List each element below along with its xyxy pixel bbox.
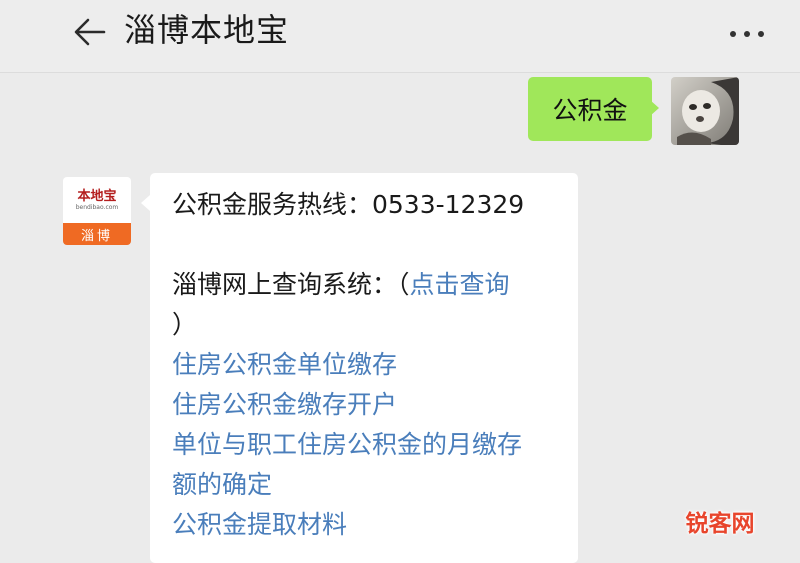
incoming-bubble-tail: [141, 195, 150, 211]
user-avatar[interactable]: [671, 77, 739, 145]
chat-area: 公积金 本地宝 bendibao.com 淄博 公积金服务热线：0533-123…: [0, 73, 800, 563]
chat-header: 淄博本地宝: [0, 0, 800, 73]
chat-title: 淄博本地宝: [124, 11, 290, 49]
bendibao-logo: 本地宝 bendibao.com: [63, 177, 131, 223]
link-monthly-amount-cont[interactable]: 额的确定: [172, 465, 568, 505]
back-button[interactable]: [70, 12, 110, 52]
outgoing-bubble-tail: [650, 100, 659, 116]
query-link[interactable]: 点击查询: [410, 270, 510, 299]
query-prefix-text: 淄博网上查询系统：（: [172, 270, 410, 299]
hotline-text: 公积金服务热线：0533-12329: [172, 190, 525, 219]
query-system-line: 淄博网上查询系统：（点击查询: [172, 265, 568, 305]
more-button[interactable]: [722, 14, 772, 50]
official-account-avatar[interactable]: 本地宝 bendibao.com 淄博: [63, 177, 131, 245]
outgoing-message-bubble[interactable]: 公积金: [528, 77, 652, 141]
outgoing-message-text: 公积金: [552, 96, 628, 125]
link-unit-deposit[interactable]: 住房公积金单位缴存: [172, 345, 568, 385]
user-avatar-image: [671, 77, 739, 145]
arrow-left-icon: [74, 18, 106, 46]
link-withdrawal-materials[interactable]: 公积金提取材料: [172, 505, 568, 545]
more-dots-icon: [730, 31, 764, 37]
link-account-opening[interactable]: 住房公积金缴存开户: [172, 385, 568, 425]
watermark-text: 锐客网: [685, 511, 755, 537]
logo-city-label: 淄博: [63, 223, 131, 245]
logo-brand-text: 本地宝: [77, 188, 117, 204]
link-monthly-amount[interactable]: 单位与职工住房公积金的月缴存: [172, 425, 568, 465]
logo-url-text: bendibao.com: [75, 203, 119, 211]
incoming-message-bubble: 公积金服务热线：0533-12329 淄博网上查询系统：（点击查询 ） 住房公积…: [150, 173, 578, 563]
query-suffix-text: ）: [172, 310, 198, 339]
